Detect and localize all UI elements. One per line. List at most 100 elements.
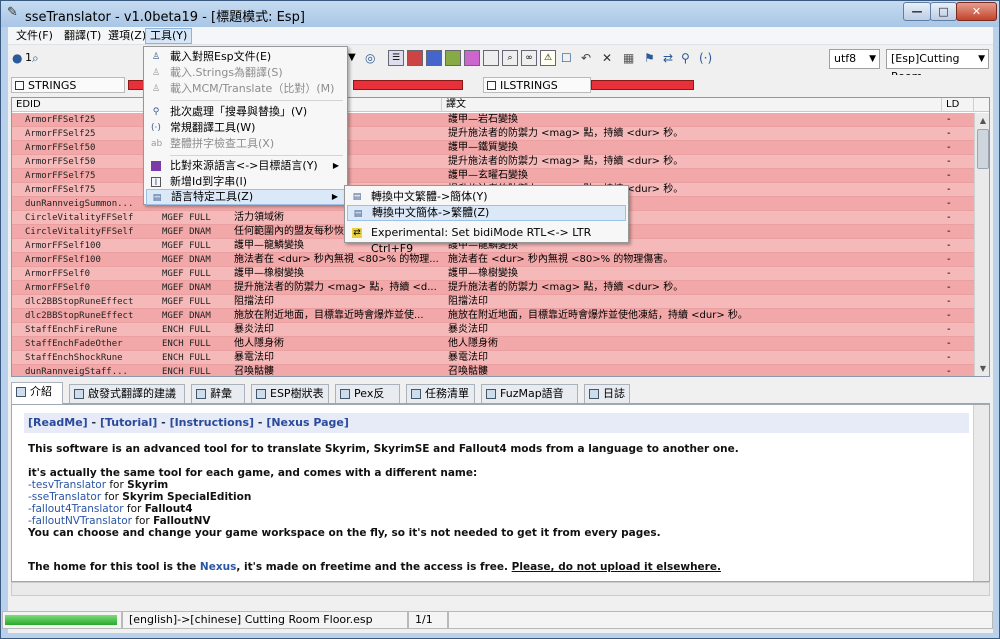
translate-icon[interactable]: ⇄ <box>663 49 673 67</box>
ilstrings-tab[interactable]: ILSTRINGS [158/158] <box>483 77 591 108</box>
user-search-icon[interactable]: ⚲ <box>681 49 690 67</box>
status-empty <box>448 611 993 629</box>
table-row[interactable]: StaffEnchShockRune ENCH FULL 暴電法印 暴電法印 - <box>12 351 974 365</box>
header-translation[interactable]: 譯文 <box>442 98 942 112</box>
status-pages: 1/1 <box>408 611 448 629</box>
cell-ld: - <box>947 352 951 363</box>
encoding-select[interactable]: utf8 ▼ <box>829 49 880 69</box>
user-icon: ♙ <box>151 84 161 94</box>
nexus-link[interactable]: Nexus <box>200 561 236 573</box>
maximize-button[interactable]: □ <box>930 2 957 21</box>
menu-bidi-mode[interactable]: ⇄ Experimental: Set bidiMode RTL<-> LTR C… <box>347 225 626 255</box>
close-button[interactable]: ✕ <box>956 2 997 21</box>
plugin-select[interactable]: [Esp]Cutting Room ▼ <box>886 49 989 83</box>
tab-log[interactable]: 日誌 <box>584 384 630 403</box>
cell-edid: ArmorFFSelf75 <box>25 185 96 195</box>
table-row[interactable]: StaffEnchFireRune ENCH FULL 暴炎法印 暴炎法印 - <box>12 323 974 337</box>
cell-edid: StaffEnchFadeOther <box>25 339 123 349</box>
target-icon[interactable]: ◎ <box>365 49 375 67</box>
cell-type: ENCH FULL <box>162 367 211 377</box>
filter-green-icon[interactable] <box>445 50 461 66</box>
readme-link[interactable]: [ReadMe] <box>28 416 88 429</box>
nexus-page-link[interactable]: [Nexus Page] <box>266 416 349 429</box>
tab-vocabulary[interactable]: 辭彙庫 <box>191 384 245 418</box>
dropdown-arrow-icon[interactable]: ▼ <box>348 49 356 67</box>
cell-type: ENCH FULL <box>162 339 211 349</box>
menu-load-mcm[interactable]: ♙ 載入MCM/Translate（比對）(M) <box>146 81 345 97</box>
cell-edid: ArmorFFSelf0 <box>25 269 91 279</box>
cell-type: MGEF FULL <box>162 213 211 223</box>
home-prefix: The home for this tool is the <box>28 561 200 573</box>
minimize-button[interactable]: — <box>903 2 931 21</box>
tab-fuzmap[interactable]: FuzMap語音指向 <box>481 384 578 418</box>
grid-scrollbar[interactable]: ▲ ▼ <box>974 113 989 376</box>
window-title: sseTranslator - v1.0beta19 - [標題模式: Esp] <box>25 10 305 25</box>
menu-item-label: 常規翻譯工具(W) <box>170 121 256 134</box>
menu-translate[interactable]: 翻譯(T) <box>60 28 105 44</box>
cell-edid: dunRannveigSummon... <box>25 199 134 209</box>
filter-all-icon[interactable]: ☰ <box>388 50 404 66</box>
tag-icon[interactable]: ⚑ <box>644 49 655 67</box>
cell-ld: - <box>947 198 951 209</box>
menu-trad-to-simp[interactable]: ▤ 轉換中文繁體->簡体(Y) <box>347 189 626 205</box>
title-bar[interactable]: ✎ sseTranslator - v1.0beta19 - [標題模式: Es… <box>1 1 999 27</box>
menu-options[interactable]: 選項(Z) <box>104 28 150 44</box>
table-row[interactable]: ArmorFFSelf0 MGEF DNAM 提升施法者的防禦力 <mag> 點，持… <box>12 281 974 295</box>
compare-icon <box>151 161 161 171</box>
tab-esp-tree[interactable]: ESP樹狀表 <box>251 384 329 403</box>
grid-icon[interactable]: ▦ <box>623 49 634 67</box>
tab-heuristic[interactable]: 啟發式翻譯的建議 <box>69 384 185 403</box>
scroll-thumb[interactable] <box>977 129 989 169</box>
table-row[interactable]: ArmorFFSelf0 MGEF FULL 護甲—橡樹變換 護甲—橡樹變換 - <box>12 267 974 281</box>
menu-tools[interactable]: 工具(Y) <box>145 28 193 44</box>
filter-search-icon[interactable]: ⌕ <box>502 50 518 66</box>
header-ld[interactable]: LD <box>942 98 974 112</box>
menu-item-label: 載入對照Esp文件(E) <box>170 50 272 63</box>
filter-purple-icon[interactable] <box>464 50 480 66</box>
cell-translation: 提升施法者的防禦力 <mag> 點，持續 <dur> 秒。 <box>448 128 684 139</box>
table-row[interactable]: dlc2BBStopRuneEffect MGEF DNAM 施放在附近地面，目標靠… <box>12 309 974 323</box>
tab-pex[interactable]: Pex反編譯器 <box>335 384 400 418</box>
menu-add-id[interactable]: I 新增Id到字串(I) <box>146 174 345 190</box>
warning-icon[interactable]: ⚠ <box>540 50 556 66</box>
table-row[interactable]: dlc2BBStopRuneEffect MGEF FULL 阻擋法印 阻擋法印 - <box>12 295 974 309</box>
menu-separator <box>170 155 343 156</box>
scroll-down-icon[interactable]: ▼ <box>977 363 989 375</box>
filter-link-icon[interactable]: ∞ <box>521 50 537 66</box>
menu-load-strings[interactable]: ♙ 載入.Strings為翻譯(S) <box>146 65 345 81</box>
tab-icon <box>196 389 206 399</box>
menu-spellcheck[interactable]: ab 整體拼字檢查工具(X) <box>146 136 345 152</box>
menu-regular-tools[interactable]: (·) 常規翻譯工具(W) <box>146 120 345 136</box>
comment-icon[interactable]: ☐ <box>561 49 572 67</box>
search-icon[interactable]: ⌕ <box>32 49 39 67</box>
filter-blue-icon[interactable] <box>426 50 442 66</box>
info-hscrollbar[interactable] <box>11 582 990 596</box>
scroll-up-icon[interactable]: ▲ <box>977 115 989 127</box>
menu-item-label: 批次處理「搜尋與替換」(V) <box>170 105 308 118</box>
tab-intro[interactable]: 介紹 <box>11 382 63 404</box>
tab-quests[interactable]: 任務清單 <box>406 384 475 403</box>
filter-empty-icon[interactable] <box>483 50 499 66</box>
tutorial-link[interactable]: [Tutorial] <box>100 416 157 429</box>
instructions-link[interactable]: [Instructions] <box>170 416 255 429</box>
globe-icon[interactable]: ● <box>12 49 22 67</box>
cell-type: ENCH FULL <box>162 353 211 363</box>
menu-simp-to-trad[interactable]: ▤ 轉換中文簡体->繁體(Z) <box>347 205 626 221</box>
strings-tab[interactable]: STRINGS [342/345] <box>11 77 125 108</box>
code-icon[interactable]: (·) <box>699 49 712 67</box>
menu-compare-languages[interactable]: 比對來源語言<->目標語言(Y) ▶ <box>146 158 345 174</box>
menu-file[interactable]: 文件(F) <box>12 28 57 44</box>
filter-red-icon[interactable] <box>407 50 423 66</box>
clear-icon[interactable]: ✕ <box>602 49 612 67</box>
undo-icon[interactable]: ↶ <box>581 49 591 67</box>
menu-language-tools[interactable]: ▤ 語言特定工具(Z) ▶ <box>146 189 345 205</box>
table-row[interactable]: StaffEnchFadeOther ENCH FULL 他人隱身術 他人隱身術 - <box>12 337 974 351</box>
info-scrollbar[interactable] <box>973 405 989 581</box>
cell-edid: ArmorFFSelf25 <box>25 129 96 139</box>
table-row[interactable]: dunRannveigStaff... ENCH FULL 召喚骷髏 召喚骷髏 - <box>12 365 974 377</box>
menu-load-esp[interactable]: ♙ 載入對照Esp文件(E) <box>146 49 345 65</box>
tab-icon <box>340 389 350 399</box>
table-row[interactable]: ArmorFFSelf100 MGEF DNAM 施法者在 <dur> 秒內無視 <… <box>12 253 974 267</box>
cell-translation: 提升施法者的防禦力 <mag> 點，持續 <dur> 秒。 <box>448 282 684 293</box>
menu-batch-replace[interactable]: ⚲ 批次處理「搜尋與替換」(V) <box>146 104 345 120</box>
